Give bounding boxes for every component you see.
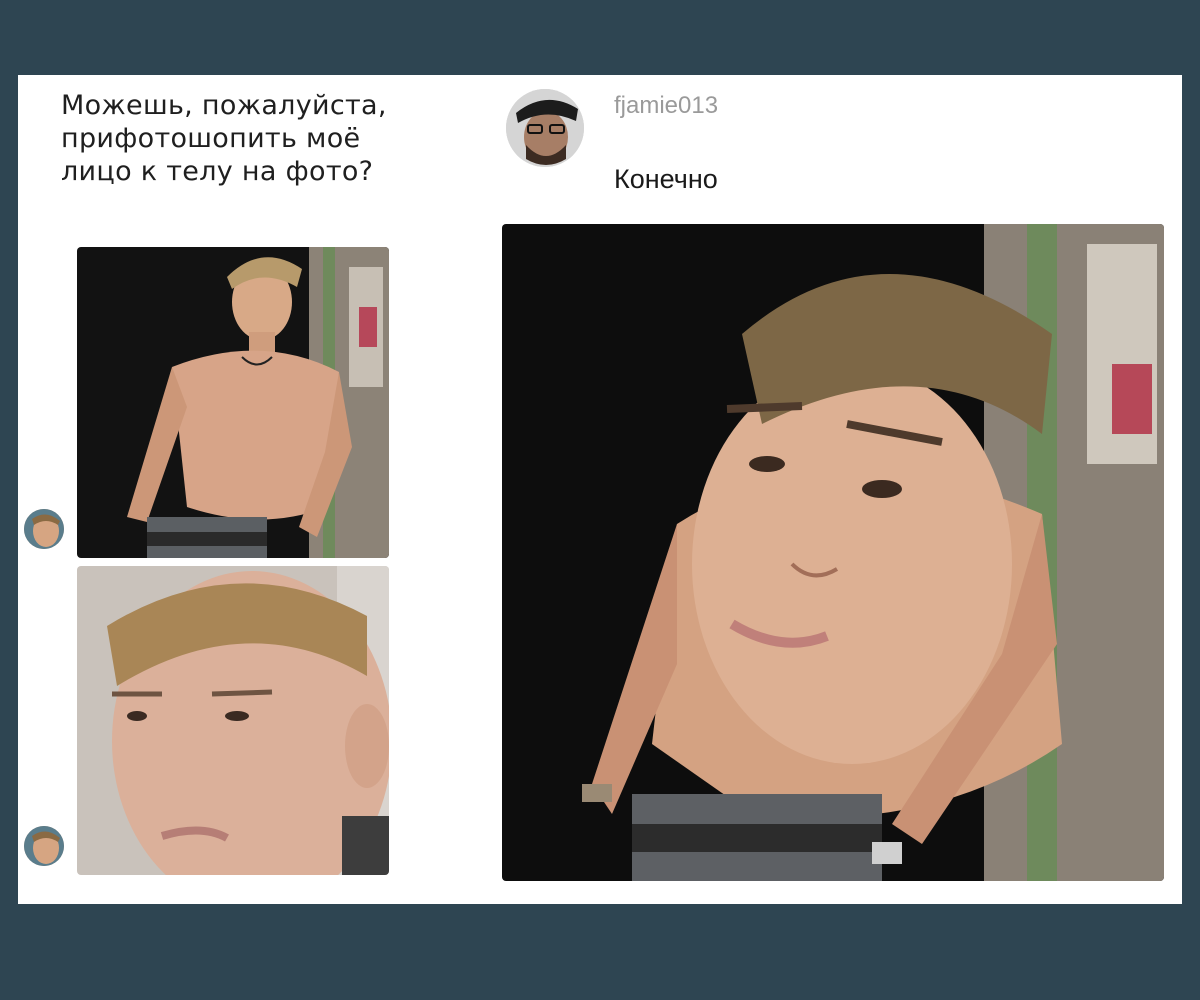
reply-username[interactable]: fjamie013: [614, 92, 718, 120]
reply-avatar[interactable]: [506, 89, 584, 167]
body-photo[interactable]: [77, 247, 389, 558]
face-selfie-photo-icon: [77, 566, 389, 875]
request-message-text: Можешь, пожалуйста, прифотошопить моё ли…: [61, 90, 387, 187]
face-photo[interactable]: [77, 566, 389, 875]
bearded-man-avatar-icon: [506, 89, 584, 167]
conversation-panel: Можешь, пожалуйста, прифотошопить моё ли…: [18, 75, 1182, 904]
user-avatar-icon: [24, 509, 64, 549]
edited-photo[interactable]: [502, 224, 1164, 881]
sender-avatar[interactable]: [24, 509, 64, 549]
user-avatar-icon: [24, 826, 64, 866]
shirtless-body-photo-icon: [77, 247, 389, 558]
reply-message-text: Конечно: [614, 164, 718, 194]
edited-face-on-body-photo-icon: [502, 224, 1164, 881]
sender-avatar-2[interactable]: [24, 826, 64, 866]
